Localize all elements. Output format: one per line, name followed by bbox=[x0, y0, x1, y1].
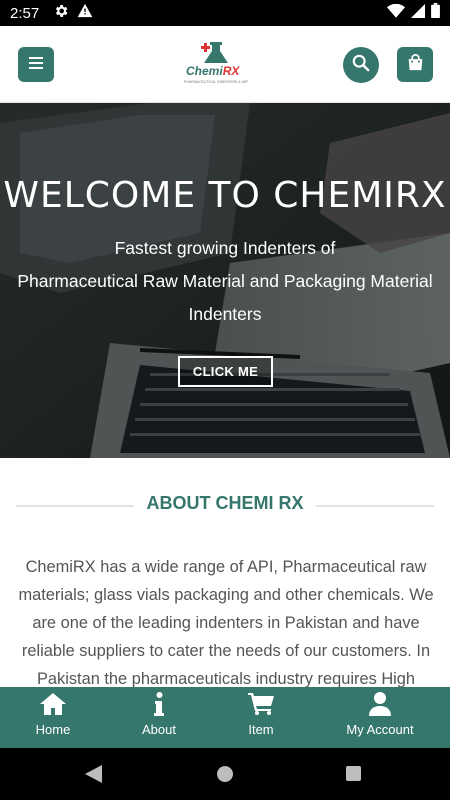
back-icon[interactable] bbox=[85, 765, 102, 788]
hero-title: WELCOME TO CHEMIRX bbox=[3, 175, 447, 216]
cart-icon bbox=[248, 692, 274, 716]
battery-icon bbox=[431, 3, 440, 23]
app-header: ChemiRX PHARMACEUTICAL INDENTERS & IMPOR… bbox=[0, 26, 450, 103]
shopping-bag-button[interactable] bbox=[397, 47, 433, 82]
logo-text-accent: RX bbox=[222, 64, 240, 78]
nav-label-about: About bbox=[142, 722, 176, 737]
home-circle-icon[interactable] bbox=[217, 766, 233, 782]
search-icon bbox=[352, 54, 370, 77]
app-screen: 2:57 ChemiRX PHARMACEUTICAL INDENTERS & … bbox=[0, 0, 450, 800]
status-time: 2:57 bbox=[10, 4, 40, 22]
search-button[interactable] bbox=[343, 47, 379, 83]
home-icon bbox=[40, 692, 66, 716]
logo-text-main: Chemi bbox=[186, 64, 223, 78]
recent-apps-icon[interactable] bbox=[346, 766, 361, 781]
flask-icon bbox=[201, 42, 228, 63]
status-notification-icons bbox=[53, 3, 93, 24]
nav-label-item: Item bbox=[248, 722, 274, 737]
wifi-icon bbox=[387, 3, 405, 23]
settings-gear-icon bbox=[53, 3, 69, 24]
hero-banner: WELCOME TO CHEMIRX Fastest growing Inden… bbox=[0, 103, 450, 458]
hero-subtitle-line-1: Fastest growing Indenters of bbox=[114, 238, 336, 258]
click-me-button[interactable]: CLICK ME bbox=[178, 356, 273, 387]
info-icon bbox=[154, 692, 164, 716]
chemirx-logo[interactable]: ChemiRX PHARMACEUTICAL INDENTERS & IMPOR… bbox=[184, 40, 248, 90]
nav-item-item[interactable]: Item bbox=[233, 687, 289, 748]
warning-icon bbox=[77, 3, 93, 23]
system-navigation-bar bbox=[0, 748, 450, 800]
bottom-navigation: Home About Item My Account bbox=[0, 687, 450, 748]
hero-subtitle-line-2: Pharmaceutical Raw Material and Packagin… bbox=[17, 271, 433, 291]
nav-label-my-account: My Account bbox=[346, 722, 414, 737]
nav-label-home: Home bbox=[35, 722, 71, 737]
nav-item-my-account[interactable]: My Account bbox=[335, 687, 425, 748]
nav-item-home[interactable]: Home bbox=[25, 687, 81, 748]
nav-item-about[interactable]: About bbox=[131, 687, 187, 748]
about-title: ABOUT CHEMI RX bbox=[146, 493, 304, 513]
shopping-bag-icon bbox=[407, 53, 424, 76]
logo-wordmark: ChemiRX bbox=[184, 64, 248, 78]
status-system-icons bbox=[387, 3, 440, 23]
about-description: ChemiRX has a wide range of API, Pharmac… bbox=[18, 558, 434, 688]
logo-tagline: PHARMACEUTICAL INDENTERS & IMPORTERS bbox=[184, 80, 248, 84]
status-bar: 2:57 bbox=[0, 0, 450, 26]
user-icon bbox=[369, 692, 391, 716]
divider-right bbox=[316, 505, 434, 507]
hero-subtitle-line-3: Indenters bbox=[188, 304, 262, 324]
about-section-header: ABOUT CHEMI RX bbox=[0, 493, 450, 519]
menu-icon bbox=[29, 56, 43, 74]
menu-button[interactable] bbox=[18, 47, 54, 82]
cellular-signal-icon bbox=[411, 3, 425, 23]
